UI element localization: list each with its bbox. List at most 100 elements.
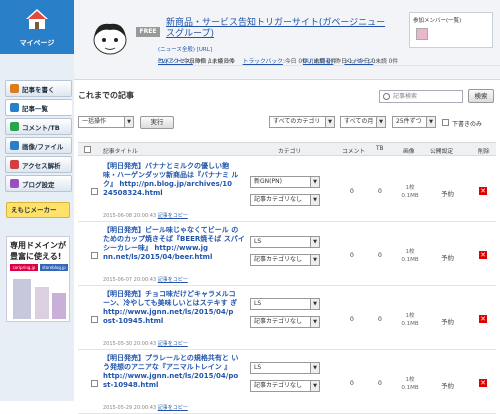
select-all-checkbox[interactable] — [84, 146, 91, 153]
bulk-action-select[interactable]: 一括操作 ▼ — [78, 116, 134, 128]
execute-button[interactable]: 実行 — [140, 116, 174, 129]
category-select[interactable]: LS ▼ — [250, 298, 320, 310]
sidebar-item-list[interactable]: 記事一覧 — [5, 99, 72, 116]
wrench-icon — [10, 179, 19, 188]
article-date: 2015-06-08 20:00:43 — [103, 213, 157, 219]
row-checkbox[interactable] — [91, 252, 98, 259]
article-meta: 2015-06-08 20:00:43 記事をコピー — [103, 212, 188, 219]
trackback-value: :今日 0件 / 未読 0件 — [282, 59, 337, 65]
blog-header: FREE 新商品・サービス告知トリガーサイト(ガページニュースグループ) (ニュ… — [74, 0, 500, 80]
list-toolbar: 一括操作 ▼ 実行 すべてのカテゴリ ▼ すべての月 ▼ 25件ずつ ▼ 下書きのみ — [78, 116, 496, 130]
category-select[interactable]: LS ▼ — [250, 236, 320, 248]
tb-count: 0 — [378, 252, 382, 259]
month-filter-value: すべての月 — [344, 118, 374, 125]
chevron-down-icon: ▼ — [325, 117, 334, 127]
mypage-button[interactable]: マイページ — [0, 0, 74, 54]
row-checkbox[interactable] — [91, 188, 98, 195]
delete-icon[interactable]: ✕ — [479, 251, 487, 259]
article-title-link[interactable]: 【明日発売】ビール味じゃなくてビール のためのカップ焼きそば『BEER焼そば ス… — [103, 226, 245, 262]
row-checkbox[interactable] — [91, 316, 98, 323]
delete-icon[interactable]: ✕ — [479, 315, 487, 323]
search-input[interactable]: 記事検索 — [379, 90, 463, 103]
subcategory-select[interactable]: 記事カテゴリなし ▼ — [250, 254, 320, 266]
emoji-maker-button[interactable]: えもじメーカー — [6, 202, 70, 218]
category-filter-value: すべてのカテゴリ — [273, 118, 321, 125]
comment-count: 0 — [350, 252, 354, 259]
blog-meta-links[interactable]: (ニュース全般) [URL] — [158, 45, 212, 53]
copy-article-link[interactable]: 記事をコピー — [158, 405, 188, 411]
article-title-link[interactable]: 【明日発売】チョコ味だけどキャラメルコ ーン、冷やしても美味しいとはステキす ぎ… — [103, 290, 245, 326]
sidebar-item-label: 記事一覧 — [22, 104, 48, 113]
table-row: 【明日発売】バナナとミルクの優しい飽 味・ハーゲンダッツ新商品は『バナナミ ルク… — [78, 158, 496, 222]
mypage-label: マイページ — [19, 39, 55, 47]
building-icon — [35, 287, 49, 319]
publish-status: 予約 — [441, 382, 454, 390]
article-date: 2015-05-29 20:00:43 — [103, 405, 157, 411]
copy-article-link[interactable]: 記事をコピー — [158, 213, 188, 219]
list-icon — [10, 103, 19, 112]
chart-icon — [10, 160, 19, 169]
blog-title-link[interactable]: 新商品・サービス告知トリガーサイト(ガページニュースグループ) — [166, 18, 391, 40]
count-filter-select[interactable]: 25件ずつ ▼ — [392, 116, 436, 128]
tb-count: 0 — [378, 316, 382, 323]
member-avatar[interactable] — [416, 28, 428, 40]
trackback-link[interactable]: トラックバック — [243, 56, 283, 65]
draft-only-checkbox[interactable] — [442, 119, 449, 126]
sidebar-item-images[interactable]: 画像/ファイル — [5, 137, 72, 154]
tb-count: 0 — [378, 188, 382, 195]
category-select[interactable]: 新GN(PN) ▼ — [250, 176, 320, 188]
count-filter-value: 25件ずつ — [396, 118, 422, 125]
delete-icon[interactable]: ✕ — [479, 379, 487, 387]
domain-ad-banner[interactable]: 専用ドメインが 豊富に使える! coripring.jp storeblog.j… — [6, 236, 70, 322]
category-value: LS — [254, 300, 262, 307]
table-header: 記事タイトル カテゴリ コメント TB 画像 公開設定 削除 — [78, 142, 496, 156]
copy-article-link[interactable]: 記事をコピー — [158, 341, 188, 347]
category-select[interactable]: LS ▼ — [250, 362, 320, 374]
col-status: 公開設定 — [430, 149, 454, 155]
sidebar-item-comment[interactable]: コメント/TB — [5, 118, 72, 135]
sidebar-item-analytics[interactable]: アクセス解析 — [5, 156, 72, 173]
members-title[interactable]: 参加メンバー(一覧) — [413, 16, 461, 24]
col-category: カテゴリ — [278, 149, 302, 155]
sidebar-item-write[interactable]: 記事を書く — [5, 80, 72, 97]
search-button[interactable]: 検索 — [468, 89, 494, 103]
row-checkbox[interactable] — [91, 380, 98, 387]
article-meta: 2015-05-29 20:00:43 記事をコピー — [103, 404, 188, 411]
subcategory-select[interactable]: 記事カテゴリなし ▼ — [250, 380, 320, 392]
image-info: 1枚 0.1MB — [401, 313, 419, 327]
comment-count: 0 — [350, 188, 354, 195]
chevron-down-icon: ▼ — [310, 237, 319, 247]
comment-count: 0 — [350, 380, 354, 387]
subcategory-value: 記事カテゴリなし — [254, 382, 303, 389]
category-filter-select[interactable]: すべてのカテゴリ ▼ — [269, 116, 335, 128]
delete-icon[interactable]: ✕ — [479, 187, 487, 195]
pencil-icon — [10, 84, 19, 93]
subcategory-select[interactable]: 記事カテゴリなし ▼ — [250, 194, 320, 206]
article-meta: 2015-05-30 20:00:43 記事をコピー — [103, 340, 188, 347]
ad-line2: 豊富に使える! — [10, 252, 62, 261]
chevron-down-icon: ▼ — [310, 195, 319, 205]
bulk-action-value: 一括操作 — [82, 118, 107, 125]
chevron-down-icon: ▼ — [310, 317, 319, 327]
sidebar: マイページ 記事を書く 記事一覧 コメント/TB 画像/ファイル アクセス解析 … — [0, 0, 74, 401]
month-filter-select[interactable]: すべての月 ▼ — [340, 116, 386, 128]
category-value: 新GN(PN) — [254, 178, 282, 185]
ad-line1: 専用ドメインが — [10, 241, 66, 250]
article-title-link[interactable]: 【明日発売】バナナとミルクの優しい飽 味・ハーゲンダッツ新商品は『バナナミ ルク… — [103, 162, 245, 198]
building-icon — [13, 279, 31, 319]
subcategory-select[interactable]: 記事カテゴリなし ▼ — [250, 316, 320, 328]
publish-status: 予約 — [441, 318, 454, 326]
article-title-link[interactable]: 【明日発売】プラレールとの規格共有と いう発想のアニアな『アニマルトレイン 』 … — [103, 354, 245, 390]
subcategory-value: 記事カテゴリなし — [254, 196, 303, 203]
col-image: 画像 — [403, 149, 415, 155]
chevron-down-icon: ▼ — [124, 117, 133, 127]
category-value: LS — [254, 364, 262, 371]
article-meta: 2015-06-07 20:00:43 記事をコピー — [103, 276, 188, 283]
message-link[interactable]: メッセージ — [344, 56, 373, 65]
sidebar-item-label: 画像/ファイル — [22, 142, 64, 151]
sidebar-item-settings[interactable]: ブログ設定 — [5, 175, 72, 192]
publish-status: 予約 — [441, 254, 454, 262]
copy-article-link[interactable]: 記事をコピー — [158, 277, 188, 283]
comment-link[interactable]: コメント — [158, 56, 181, 65]
chevron-down-icon: ▼ — [426, 117, 435, 127]
